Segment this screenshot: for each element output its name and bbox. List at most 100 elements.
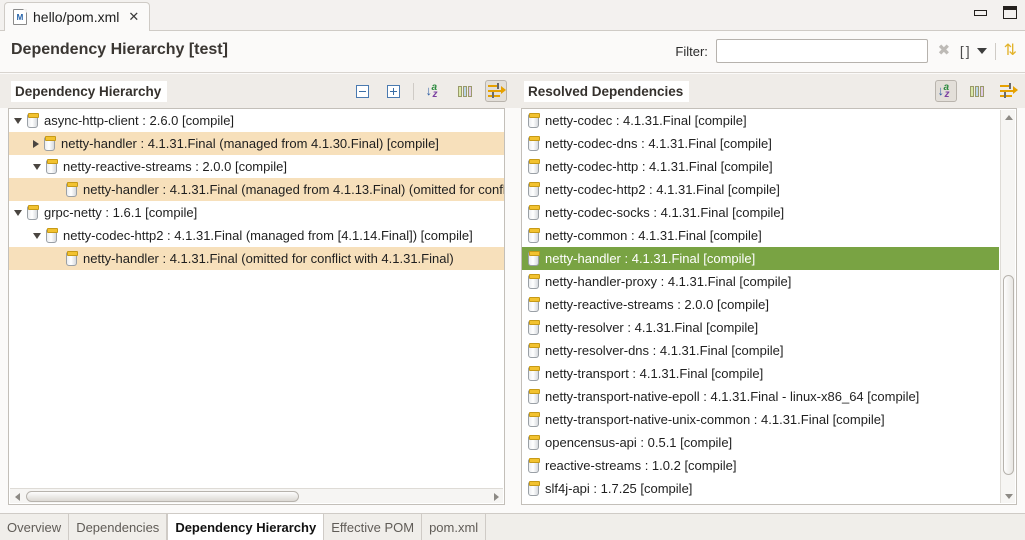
jar-icon bbox=[528, 434, 540, 450]
list-item-label: netty-codec : 4.1.31.Final [compile] bbox=[545, 113, 747, 128]
list-item[interactable]: netty-codec-dns : 4.1.31.Final [compile] bbox=[522, 132, 1016, 155]
list-item-label: netty-handler-proxy : 4.1.31.Final [comp… bbox=[545, 274, 792, 289]
twisty-expanded-icon[interactable] bbox=[33, 232, 41, 239]
jar-icon bbox=[528, 227, 540, 243]
horizontal-scrollbar[interactable] bbox=[10, 488, 503, 503]
jar-icon bbox=[46, 227, 58, 243]
vertical-scroll-thumb[interactable] bbox=[1003, 275, 1014, 475]
tree-row[interactable]: netty-handler : 4.1.31.Final (omitted fo… bbox=[9, 247, 504, 270]
list-item-label: slf4j-api : 1.7.25 [compile] bbox=[545, 481, 693, 496]
vertical-scrollbar[interactable] bbox=[1000, 110, 1015, 503]
filter-button[interactable] bbox=[485, 80, 507, 102]
list-item-label: netty-codec-dns : 4.1.31.Final [compile] bbox=[545, 136, 772, 151]
resolved-dependencies-list[interactable]: netty-codec : 4.1.31.Final [compile] nett… bbox=[521, 108, 1017, 505]
tree-row[interactable]: netty-handler : 4.1.31.Final (managed fr… bbox=[9, 178, 504, 201]
filter-input[interactable] bbox=[715, 39, 928, 63]
list-item[interactable]: netty-resolver : 4.1.31.Final [compile] bbox=[522, 316, 1016, 339]
list-item[interactable]: netty-transport-native-unix-common : 4.1… bbox=[522, 408, 1016, 431]
clear-filter-icon[interactable]: ✖ bbox=[936, 43, 952, 59]
list-item[interactable]: netty-common : 4.1.31.Final [compile] bbox=[522, 224, 1016, 247]
jar-icon bbox=[528, 342, 540, 358]
bottom-tab-overview[interactable]: Overview bbox=[0, 514, 70, 540]
jar-icon bbox=[46, 158, 58, 174]
bottom-tab-dependencies[interactable]: Dependencies bbox=[69, 514, 168, 540]
expand-all-button[interactable] bbox=[382, 80, 404, 102]
maven-file-icon: M bbox=[13, 9, 27, 25]
scroll-left-icon[interactable] bbox=[10, 489, 24, 504]
list-item[interactable]: netty-codec-socks : 4.1.31.Final [compil… bbox=[522, 201, 1016, 224]
filter-button[interactable] bbox=[997, 80, 1019, 102]
right-panel-title: Resolved Dependencies bbox=[524, 80, 690, 102]
list-item[interactable]: netty-handler : 4.1.31.Final [compile] bbox=[522, 247, 999, 270]
refresh-icon[interactable]: ⇅ bbox=[1004, 43, 1017, 59]
bottom-tab-pom-xml[interactable]: pom.xml bbox=[422, 514, 487, 540]
tree-row[interactable]: netty-reactive-streams : 2.0.0 [compile] bbox=[9, 155, 504, 178]
sort-button[interactable]: ↓ a z bbox=[935, 80, 957, 102]
scroll-down-icon[interactable] bbox=[1001, 489, 1016, 503]
twisty-expanded-icon[interactable] bbox=[14, 209, 22, 216]
list-item-label: opencensus-api : 0.5.1 [compile] bbox=[545, 435, 733, 450]
scroll-right-icon[interactable] bbox=[489, 489, 503, 504]
list-item-label: netty-resolver-dns : 4.1.31.Final [compi… bbox=[545, 343, 784, 358]
list-item[interactable]: netty-transport-native-epoll : 4.1.31.Fi… bbox=[522, 385, 1016, 408]
list-item-label: netty-codec-socks : 4.1.31.Final [compil… bbox=[545, 205, 785, 220]
tree-row[interactable]: netty-codec-http2 : 4.1.31.Final (manage… bbox=[9, 224, 504, 247]
scroll-up-icon[interactable] bbox=[1001, 110, 1016, 124]
editor-tab-pom[interactable]: M hello/pom.xml ✕ bbox=[4, 2, 151, 31]
left-panel-header: Dependency Hierarchy ↓ a z bbox=[0, 74, 513, 108]
list-item[interactable]: netty-codec-http2 : 4.1.31.Final [compil… bbox=[522, 178, 1016, 201]
list-item-label: netty-transport-native-epoll : 4.1.31.Fi… bbox=[545, 389, 920, 404]
twisty-collapsed-icon[interactable] bbox=[33, 139, 39, 148]
tree-row[interactable]: async-http-client : 2.6.0 [compile] bbox=[9, 109, 504, 132]
bottom-tab-effective-pom[interactable]: Effective POM bbox=[324, 514, 423, 540]
jar-icon bbox=[44, 135, 56, 151]
list-item[interactable]: netty-handler-proxy : 4.1.31.Final [comp… bbox=[522, 270, 1016, 293]
filter-bar: Filter: ✖ [ ] ⇅ bbox=[675, 39, 1017, 63]
collapse-all-button[interactable] bbox=[351, 80, 373, 102]
twisty-expanded-icon[interactable] bbox=[33, 163, 41, 170]
chevron-down-icon[interactable] bbox=[976, 48, 987, 54]
horizontal-scroll-thumb[interactable] bbox=[26, 491, 299, 502]
jar-icon bbox=[528, 411, 540, 427]
list-item-label: netty-handler : 4.1.31.Final [compile] bbox=[545, 251, 756, 266]
list-item[interactable]: netty-reactive-streams : 2.0.0 [compile] bbox=[522, 293, 1016, 316]
brackets-icon[interactable]: [ ] bbox=[960, 43, 970, 59]
dependency-tree[interactable]: async-http-client : 2.6.0 [compile] netty… bbox=[8, 108, 505, 505]
tree-row[interactable]: grpc-netty : 1.6.1 [compile] bbox=[9, 201, 504, 224]
list-item[interactable]: netty-transport : 4.1.31.Final [compile] bbox=[522, 362, 1016, 385]
list-item-label: netty-codec-http : 4.1.31.Final [compile… bbox=[545, 159, 773, 174]
jar-icon bbox=[528, 181, 540, 197]
list-item[interactable]: netty-codec-http : 4.1.31.Final [compile… bbox=[522, 155, 1016, 178]
editor-tab-strip: M hello/pom.xml ✕ bbox=[0, 0, 1025, 31]
columns-button[interactable] bbox=[966, 80, 988, 102]
list-item-label: netty-reactive-streams : 2.0.0 [compile] bbox=[545, 297, 769, 312]
twisty-expanded-icon[interactable] bbox=[14, 117, 22, 124]
window-controls bbox=[974, 6, 1017, 19]
tree-row[interactable]: netty-handler : 4.1.31.Final (managed fr… bbox=[9, 132, 504, 155]
list-item-label: netty-transport-native-unix-common : 4.1… bbox=[545, 412, 885, 427]
list-item[interactable]: netty-resolver-dns : 4.1.31.Final [compi… bbox=[522, 339, 1016, 362]
jar-icon bbox=[27, 112, 39, 128]
list-item-label: netty-resolver : 4.1.31.Final [compile] bbox=[545, 320, 759, 335]
columns-button[interactable] bbox=[454, 80, 476, 102]
form-header: Dependency Hierarchy [test] Filter: ✖ [ … bbox=[0, 31, 1025, 73]
sort-button[interactable]: ↓ a z bbox=[423, 80, 445, 102]
bottom-tab-dependency-hierarchy[interactable]: Dependency Hierarchy bbox=[167, 514, 325, 540]
list-item[interactable]: reactive-streams : 1.0.2 [compile] bbox=[522, 454, 1016, 477]
list-item[interactable]: slf4j-api : 1.7.25 [compile] bbox=[522, 477, 1016, 500]
jar-icon bbox=[528, 112, 540, 128]
jar-icon bbox=[528, 319, 540, 335]
close-icon[interactable]: ✕ bbox=[128, 9, 139, 25]
maximize-icon[interactable] bbox=[1003, 6, 1017, 19]
minimize-icon[interactable] bbox=[974, 9, 987, 16]
list-item[interactable]: opencensus-api : 0.5.1 [compile] bbox=[522, 431, 1016, 454]
page-title: Dependency Hierarchy [test] bbox=[11, 41, 228, 58]
jar-icon bbox=[528, 296, 540, 312]
tree-row-label: netty-codec-http2 : 4.1.31.Final (manage… bbox=[63, 228, 473, 243]
jar-icon bbox=[528, 135, 540, 151]
right-panel-toolbar: ↓ a z bbox=[935, 80, 1019, 102]
jar-icon bbox=[66, 181, 78, 197]
list-item[interactable]: netty-codec : 4.1.31.Final [compile] bbox=[522, 109, 1016, 132]
list-item-label: netty-transport : 4.1.31.Final [compile] bbox=[545, 366, 764, 381]
list-item-label: netty-common : 4.1.31.Final [compile] bbox=[545, 228, 762, 243]
